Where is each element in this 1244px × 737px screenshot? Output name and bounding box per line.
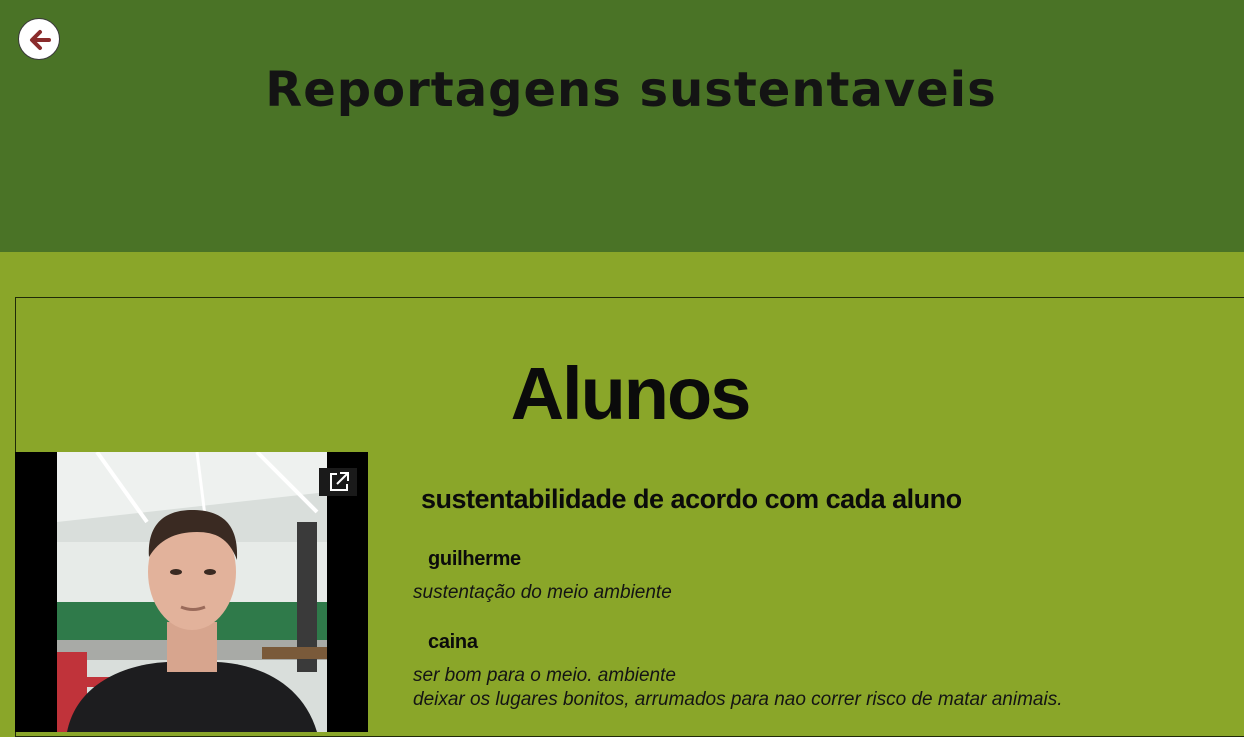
site-title: Reportagens sustentaveis (265, 62, 997, 118)
main-content: Alunos sustentabilidade de acordo com ca… (0, 252, 1244, 737)
student-name-guilherme: guilherme (428, 548, 521, 570)
arrow-left-icon (30, 30, 51, 50)
site-header: Reportagens sustentaveis (0, 0, 1244, 252)
student-text-line: deixar os lugares bonitos, arrumados par… (413, 689, 1063, 710)
section-title: Alunos (510, 352, 752, 435)
video-frame (57, 452, 327, 732)
section-subtitle: sustentabilidade de acordo com cada alun… (421, 484, 962, 514)
back-button[interactable] (18, 18, 60, 60)
student-name-caina: caina (428, 631, 478, 653)
external-link-icon (319, 468, 357, 496)
video-player[interactable] (15, 452, 368, 732)
open-external-button[interactable] (319, 468, 357, 496)
student-text-line: sustentação do meio ambiente (413, 582, 672, 603)
student-text-line: ser bom para o meio. ambiente (413, 665, 676, 686)
